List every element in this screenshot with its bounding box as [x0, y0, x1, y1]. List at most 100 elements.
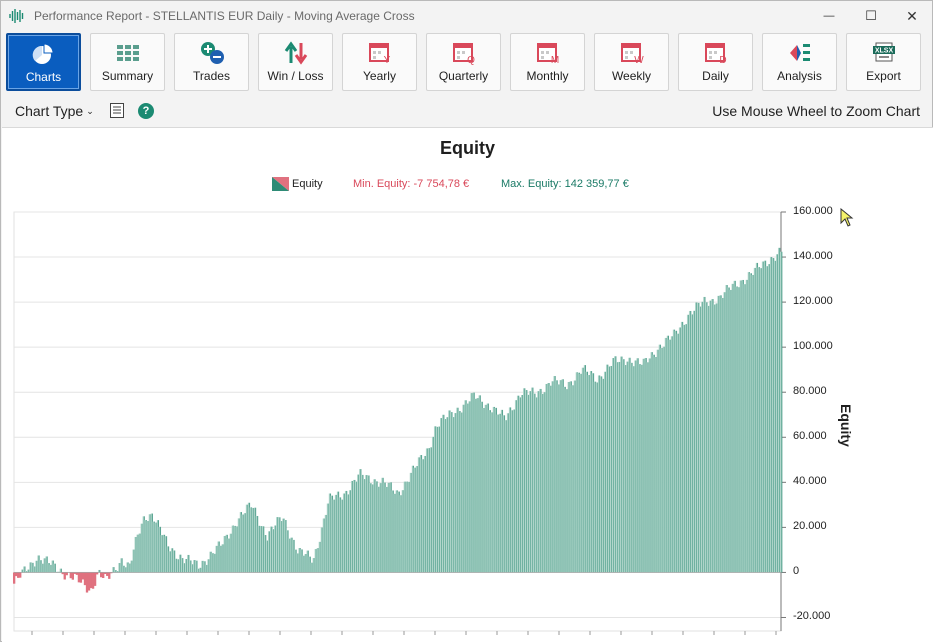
equity-bar [300, 549, 302, 572]
svg-text:Y: Y [383, 55, 390, 65]
equity-bar [608, 367, 610, 573]
equity-bar [772, 258, 774, 572]
equity-bar [327, 504, 329, 573]
equity-bar [610, 366, 612, 572]
chart-type-dropdown[interactable]: Chart Type⌄ [15, 103, 94, 119]
yearly-button[interactable]: Y Yearly [342, 33, 417, 91]
equity-bar [454, 413, 456, 572]
equity-bar [436, 427, 438, 573]
daily-button[interactable]: D Daily [678, 33, 753, 91]
equity-bar [199, 568, 201, 573]
equity-bar [296, 553, 298, 572]
equity-bar [515, 400, 517, 572]
equity-bar [21, 570, 23, 573]
equity-bar [646, 362, 648, 572]
charts-button[interactable]: Charts [6, 33, 81, 91]
equity-bar [284, 520, 286, 572]
equity-bar [756, 263, 758, 573]
equity-bar [695, 303, 697, 573]
equity-bar [624, 365, 626, 572]
equity-bar [691, 314, 693, 572]
equity-bar [661, 348, 663, 572]
equity-bar [748, 272, 750, 572]
equity-bar [444, 419, 446, 572]
equity-bar [389, 482, 391, 572]
equity-bar [240, 512, 242, 572]
equity-bar [355, 482, 357, 573]
maximize-button[interactable]: ☐ [849, 1, 893, 31]
summary-label: Summary [91, 69, 164, 83]
equity-bar-negative [76, 572, 78, 574]
equity-bar [183, 563, 185, 572]
weekly-button[interactable]: W Weekly [594, 33, 669, 91]
monthly-button[interactable]: M Monthly [510, 33, 585, 91]
equity-bar [598, 375, 600, 572]
equity-bar [632, 366, 634, 572]
equity-bar [246, 505, 248, 573]
equity-bar [225, 535, 227, 573]
equity-bar [149, 514, 151, 572]
equity-bar [604, 372, 606, 573]
list-icon[interactable] [110, 103, 124, 118]
title-bar[interactable]: Performance Report - STELLANTIS EUR Dail… [1, 1, 932, 31]
equity-bar [120, 558, 122, 572]
equity-bar [557, 384, 559, 572]
equity-bar [234, 526, 236, 573]
equity-bar [351, 481, 353, 572]
equity-bar [252, 508, 254, 572]
equity-bar [304, 554, 306, 572]
equity-bar [159, 527, 161, 573]
equity-bar [547, 383, 549, 572]
equity-bar [383, 483, 385, 573]
win-loss-button[interactable]: Win / Loss [258, 33, 333, 91]
equity-bar [442, 415, 444, 573]
help-icon[interactable]: ? [138, 103, 154, 119]
equity-bar [687, 315, 689, 573]
equity-bar [379, 483, 381, 572]
equity-bar [600, 376, 602, 572]
equity-chart[interactable]: Equity Equity Min. Equity: -7 754,78 € M… [2, 127, 933, 642]
equity-bar [640, 365, 642, 573]
equity-bar [395, 490, 397, 572]
equity-bar [450, 412, 452, 572]
equity-bar [266, 541, 268, 573]
equity-bar [525, 390, 527, 572]
svg-text:M: M [550, 55, 558, 65]
equity-bar [665, 338, 667, 573]
close-button[interactable]: ✕ [890, 1, 933, 31]
equity-bar [527, 395, 529, 573]
equity-bar [616, 362, 618, 572]
quarterly-button[interactable]: Q Quarterly [426, 33, 501, 91]
equity-bar [523, 388, 525, 572]
equity-bar-negative [102, 572, 104, 578]
equity-bar [140, 524, 142, 573]
y-tick-label: -20.000 [793, 610, 830, 622]
up-down-arrows-icon [283, 41, 309, 65]
calendar-q-icon: Q [451, 41, 477, 65]
equity-bar [179, 555, 181, 573]
trades-label: Trades [175, 69, 248, 83]
equity-bar-negative [106, 572, 108, 576]
equity-bar [250, 507, 252, 572]
equity-bar [650, 352, 652, 572]
export-button[interactable]: XLSX Export [846, 33, 921, 91]
equity-bar [438, 427, 440, 573]
equity-bar [416, 466, 418, 572]
equity-bar [197, 569, 199, 573]
minimize-button[interactable]: — [807, 1, 851, 31]
analysis-button[interactable]: Analysis [762, 33, 837, 91]
equity-bar [400, 495, 402, 572]
equity-bar-negative [64, 572, 66, 579]
equity-bar [41, 564, 43, 573]
zoom-hint: Use Mouse Wheel to Zoom Chart [712, 103, 920, 119]
equity-bar [620, 357, 622, 573]
equity-bar [606, 365, 608, 573]
trades-button[interactable]: Trades [174, 33, 249, 91]
equity-bar [353, 480, 355, 572]
equity-bar [545, 384, 547, 572]
equity-bar [693, 311, 695, 573]
equity-bar [292, 540, 294, 573]
monthly-label: Monthly [511, 69, 584, 83]
equity-bar [98, 570, 100, 572]
summary-button[interactable]: Summary [90, 33, 165, 91]
